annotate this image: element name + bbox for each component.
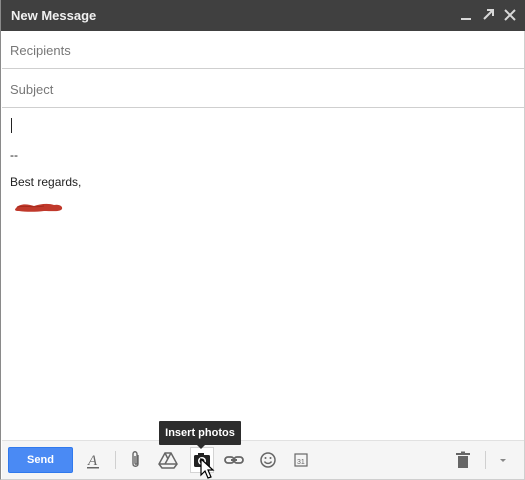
subject-input[interactable] [10,80,510,98]
minimize-icon[interactable] [457,6,475,24]
recipients-input[interactable] [10,41,510,59]
send-button[interactable]: Send [8,447,73,473]
redacted-name [15,203,63,212]
link-icon[interactable] [223,449,245,471]
drive-icon[interactable] [157,449,179,471]
compose-window: New Message -- Best regards, [0,0,525,480]
more-options-icon[interactable] [492,449,508,471]
insert-photos-tooltip: Insert photos [159,421,241,445]
subject-row [2,70,524,108]
attach-icon[interactable] [125,449,147,471]
window-title: New Message [11,8,97,23]
signature-closing: Best regards, [10,175,82,189]
mouse-pointer-icon [200,458,215,479]
svg-text:31: 31 [297,459,305,466]
recipients-row [2,31,524,69]
text-caret [11,118,12,133]
tooltip-arrow [196,444,206,449]
emoji-icon[interactable] [257,449,279,471]
compose-toolbar: Send A 31 [2,440,524,479]
signature-separator: -- [10,148,18,162]
calendar-icon[interactable]: 31 [290,449,312,471]
toolbar-divider [485,451,486,469]
trash-icon[interactable] [452,449,474,471]
pop-out-icon[interactable] [479,6,497,24]
compose-titlebar[interactable]: New Message [1,0,525,31]
message-body[interactable]: -- Best regards, [2,108,524,438]
toolbar-divider [115,451,116,469]
formatting-icon[interactable]: A [82,449,104,471]
svg-text:A: A [87,453,98,469]
close-icon[interactable] [501,6,519,24]
